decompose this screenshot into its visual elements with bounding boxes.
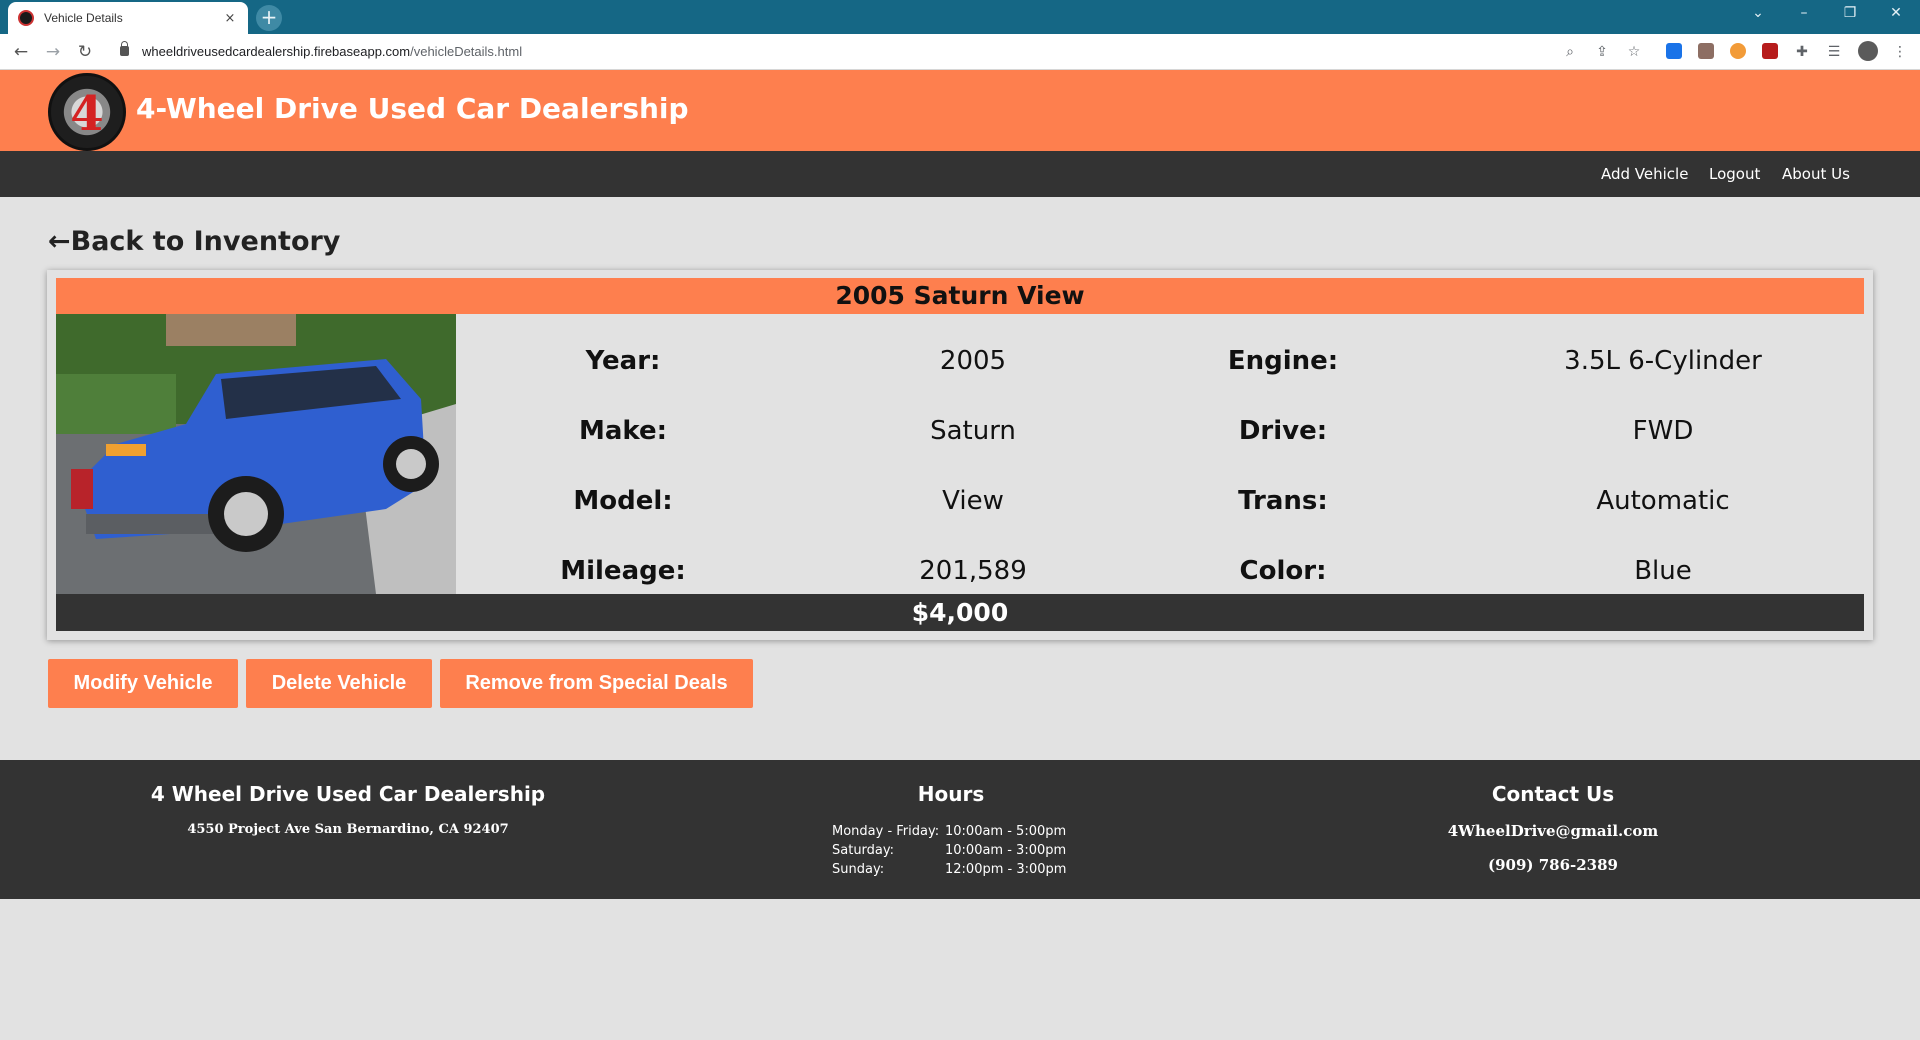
spec-mileage-value: 201,589 [919, 556, 1027, 586]
site-favicon-icon [18, 10, 34, 26]
browser-toolbar: ← → ↻ wheeldriveusedcardealership.fireba… [0, 34, 1920, 70]
address-bar[interactable]: wheeldriveusedcardealership.firebaseapp.… [108, 38, 1590, 66]
extension-pen-icon[interactable] [1698, 43, 1714, 59]
footer-hours-list: Monday - Friday: 10:00am - 5:00pm Saturda… [832, 822, 1066, 879]
hours-row: Saturday: 10:00am - 3:00pm [832, 841, 1066, 860]
modify-vehicle-button[interactable]: Modify Vehicle [48, 659, 238, 708]
extension-s-icon[interactable] [1666, 43, 1682, 59]
tab-close-icon[interactable]: × [222, 11, 238, 26]
footer-company-name: 4 Wheel Drive Used Car Dealership [150, 782, 546, 806]
hours-time: 12:00pm - 3:00pm [945, 862, 1067, 877]
extension-shield-icon[interactable] [1762, 43, 1778, 59]
spec-color-value: Blue [1634, 556, 1692, 586]
spec-trans-value: Automatic [1596, 486, 1730, 516]
spec-mileage-label: Mileage: [560, 556, 686, 586]
url-path: /vehicleDetails.html [410, 44, 523, 59]
forward-icon[interactable]: → [42, 41, 64, 63]
share-icon[interactable]: ⇪ [1592, 42, 1612, 62]
nav-logout[interactable]: Logout [1709, 165, 1760, 183]
footer-email[interactable]: 4WheelDrive@gmail.com [1403, 822, 1703, 840]
site-header: 4 4-Wheel Drive Used Car Dealership [0, 70, 1920, 151]
new-tab-button[interactable]: + [256, 5, 282, 31]
hours-row: Sunday: 12:00pm - 3:00pm [832, 860, 1066, 879]
spec-drive-label: Drive: [1238, 416, 1328, 446]
footer-phone[interactable]: (909) 786-2389 [1403, 856, 1703, 874]
hours-time: 10:00am - 5:00pm [945, 824, 1067, 839]
menu-icon[interactable]: ⋮ [1890, 42, 1910, 62]
vehicle-price: $4,000 [56, 594, 1864, 631]
footer-address: 4550 Project Ave San Bernardino, CA 9240… [187, 822, 509, 837]
zoom-icon[interactable]: ⌕ [1560, 42, 1580, 62]
reload-icon[interactable]: ↻ [74, 41, 96, 63]
hours-time: 10:00am - 3:00pm [945, 843, 1067, 858]
restore-icon[interactable]: ❐ [1838, 5, 1862, 21]
spec-model-label: Model: [573, 486, 673, 516]
site-title: 4-Wheel Drive Used Car Dealership [136, 92, 689, 125]
star-icon[interactable]: ☆ [1624, 42, 1644, 62]
back-to-inventory-link[interactable]: ←Back to Inventory [48, 226, 340, 257]
dealership-logo[interactable]: 4 [48, 73, 126, 151]
browser-tabstrip: Vehicle Details × + ⌄ – ❐ ✕ [0, 0, 1920, 34]
nav-about-us[interactable]: About Us [1782, 165, 1850, 183]
reading-list-icon[interactable]: ☰ [1824, 42, 1844, 62]
minimize-icon[interactable]: – [1792, 5, 1816, 21]
delete-vehicle-button[interactable]: Delete Vehicle [246, 659, 432, 708]
spec-year-value: 2005 [939, 346, 1007, 376]
profile-icon[interactable] [1858, 41, 1878, 61]
spec-engine-label: Engine: [1227, 346, 1339, 376]
back-icon[interactable]: ← [10, 41, 32, 63]
remove-special-deals-button[interactable]: Remove from Special Deals [440, 659, 753, 708]
extension-circle-icon[interactable] [1730, 43, 1746, 59]
footer-hours-title: Hours [917, 782, 985, 806]
tab-search-icon[interactable]: ⌄ [1746, 5, 1770, 21]
footer-contact-title: Contact Us [1491, 782, 1615, 806]
url-text: wheeldriveusedcardealership.firebaseapp.… [142, 44, 522, 59]
tab-title: Vehicle Details [44, 11, 123, 25]
hours-day: Sunday: [832, 862, 885, 877]
hours-row: Monday - Friday: 10:00am - 5:00pm [832, 822, 1066, 841]
spec-drive-value: FWD [1632, 416, 1694, 446]
url-domain: wheeldriveusedcardealership.firebaseapp.… [142, 44, 411, 59]
vehicle-photo [56, 314, 456, 594]
logo-number: 4 [70, 86, 104, 142]
site-footer: 4 Wheel Drive Used Car Dealership 4550 P… [0, 760, 1920, 899]
close-window-icon[interactable]: ✕ [1884, 5, 1908, 21]
extensions-icon[interactable]: ✚ [1792, 42, 1812, 62]
lock-icon [120, 41, 129, 56]
browser-tab[interactable]: Vehicle Details × [8, 2, 248, 34]
nav-add-vehicle[interactable]: Add Vehicle [1601, 165, 1688, 183]
vehicle-card: 2005 Saturn View Year: 2005 Make: Saturn… [47, 270, 1873, 640]
spec-make-value: Saturn [930, 416, 1016, 446]
hours-day: Saturday: [832, 843, 895, 858]
spec-model-value: View [942, 486, 1004, 516]
spec-make-label: Make: [578, 416, 668, 446]
spec-color-label: Color: [1239, 556, 1327, 586]
vehicle-title: 2005 Saturn View [56, 278, 1864, 314]
spec-year-label: Year: [585, 346, 661, 376]
spec-trans-label: Trans: [1238, 486, 1328, 516]
site-nav: Add Vehicle Logout About Us [0, 151, 1920, 197]
hours-day: Monday - Friday: [832, 824, 940, 839]
spec-engine-value: 3.5L 6-Cylinder [1564, 346, 1762, 376]
